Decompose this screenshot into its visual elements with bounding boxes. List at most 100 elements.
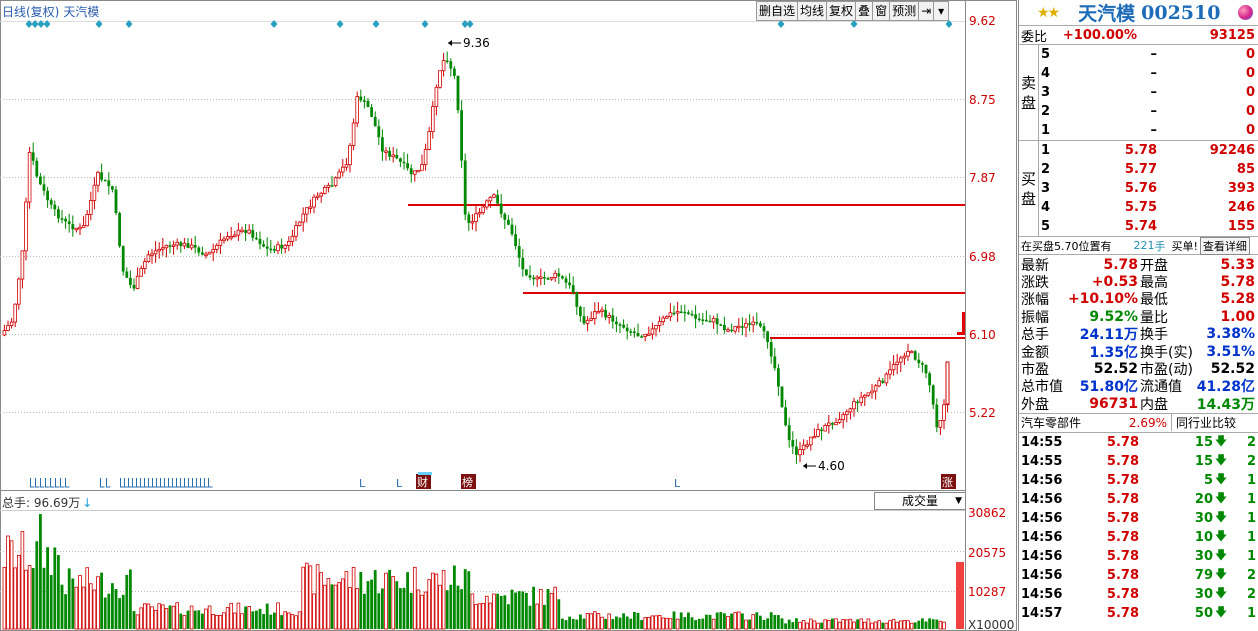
buy-level-qty: 155 <box>1227 219 1255 234</box>
sell-level-row[interactable]: 1 – 0 <box>1039 121 1258 140</box>
volume-bar <box>135 614 140 630</box>
arrow-down-icon: 🡇 <box>1214 547 1228 562</box>
candle-body <box>593 311 597 319</box>
industry-compare-button[interactable]: 同行业比较 <box>1171 414 1236 432</box>
candle-body <box>884 373 889 384</box>
buy-level-row[interactable]: 4 5.75 246 <box>1039 198 1258 217</box>
volume-bar <box>157 603 162 630</box>
volume-bar <box>103 597 107 629</box>
candle-body <box>114 189 118 213</box>
candlestick-chart[interactable]: 9.62 8.75 7.87 6.98 6.10 5.22 30862 2057… <box>0 0 1018 631</box>
volume-bar <box>561 618 564 629</box>
buy-hint-link[interactable]: 买单! <box>1172 238 1198 254</box>
star-icon[interactable]: ★★ <box>1037 5 1060 21</box>
tick-list[interactable]: 14:55 5.78 15 🡇 2 14:55 5.78 15 🡇 2 14:56 5.78 5 🡇 1 14… <box>1019 433 1258 623</box>
sell-level-row[interactable]: 3 – 0 <box>1039 83 1258 102</box>
candle-body <box>546 278 550 280</box>
sector-name[interactable]: 汽车零部件 <box>1019 414 1117 431</box>
dropdown-arrow-icon[interactable]: ▾ <box>933 1 950 21</box>
trade-marker <box>136 478 141 488</box>
candle-body <box>107 180 111 187</box>
volume-bar <box>787 619 791 629</box>
marker-l[interactable]: L <box>674 477 681 490</box>
arrow-down-icon: 🡇 <box>1214 490 1228 505</box>
candle-body <box>679 311 683 314</box>
candle-body <box>304 207 309 215</box>
candle-body <box>769 342 773 357</box>
forecast-button[interactable]: 预测 <box>889 1 920 21</box>
stat-row: 涨跌 +0.53 最高 5.78 <box>1019 273 1258 291</box>
sell-level-row[interactable]: 5 – 0 <box>1039 45 1258 64</box>
candle-body <box>132 284 136 289</box>
tick-price: 5.78 <box>1106 548 1139 564</box>
volume-bar <box>737 611 741 630</box>
volume-bar <box>6 535 10 630</box>
volume-bar <box>153 609 158 630</box>
buy-level-row[interactable]: 1 5.78 92246 <box>1039 141 1258 160</box>
trade-marker <box>40 478 45 488</box>
candle-body <box>730 329 733 332</box>
chevron-down-icon: ▼ <box>955 496 962 506</box>
buy-level-row[interactable]: 2 5.77 85 <box>1039 160 1258 179</box>
volume-bar <box>304 562 309 630</box>
sell-level-row[interactable]: 4 – 0 <box>1039 64 1258 83</box>
trade-marker <box>188 478 193 488</box>
indicator-select[interactable]: 成交量 ▼ <box>874 492 966 510</box>
volume-bar <box>240 613 244 630</box>
candle-body <box>142 261 147 269</box>
candle-body <box>496 194 499 204</box>
tick-price: 5.78 <box>1106 434 1139 450</box>
view-detail-button[interactable]: 查看详细 <box>1199 236 1250 255</box>
candle-body <box>381 137 384 152</box>
volume-bar <box>762 620 766 629</box>
volume-bar <box>615 616 618 629</box>
tick-row: 14:56 5.78 10 🡇 1 <box>1019 528 1258 547</box>
candle-body <box>798 449 802 456</box>
candle-body <box>535 276 539 280</box>
tick-row: 14:55 5.78 15 🡇 2 <box>1019 433 1258 452</box>
remove-favorite-button[interactable]: 删自选 <box>756 1 799 21</box>
buy-level-row[interactable]: 3 5.76 393 <box>1039 179 1258 198</box>
arrow-down-icon: 🡇 <box>1214 604 1228 619</box>
volume-bar <box>150 606 154 630</box>
globe-icon[interactable] <box>1238 5 1253 20</box>
ma-button[interactable]: 均线 <box>797 1 828 21</box>
tick-volume: 15 <box>1194 434 1213 450</box>
volume-bar <box>834 618 838 630</box>
candle-body <box>240 229 244 233</box>
volume-bar <box>557 599 561 629</box>
volume-bar <box>269 614 273 629</box>
buy-level-row[interactable]: 5 5.74 155 <box>1039 217 1258 236</box>
volume-bar <box>351 567 356 630</box>
volume-bar <box>877 620 881 630</box>
overlay-button[interactable]: 叠 <box>855 1 874 21</box>
badge-cai[interactable]: 财 <box>417 475 428 489</box>
volume-bar <box>78 575 82 630</box>
volume-bar <box>9 540 14 630</box>
candles <box>2 51 950 464</box>
volume-bar <box>214 614 219 630</box>
candle-body <box>615 321 618 325</box>
jump-end-icon[interactable]: ⇥ <box>918 1 935 21</box>
candle-body <box>258 238 262 245</box>
marker-l[interactable]: L <box>359 477 366 490</box>
candle-body <box>319 192 323 197</box>
window-button[interactable]: 窗 <box>872 1 891 21</box>
badge-zhang[interactable]: 涨 <box>942 476 953 489</box>
sell-level-row[interactable]: 2 – 0 <box>1039 102 1258 121</box>
candle-body <box>708 320 712 323</box>
chart-stock-name: 天汽模 <box>63 5 100 19</box>
chart-type-label[interactable]: 日线(复权) <box>2 5 59 19</box>
volume-bar <box>430 572 435 630</box>
badge-bang[interactable]: 榜 <box>462 475 473 489</box>
volume-bar <box>816 622 820 630</box>
sell-level-price: – <box>1150 104 1158 119</box>
marker-l[interactable]: L <box>396 477 403 490</box>
volume-bar <box>870 622 874 630</box>
candle-body <box>337 171 341 179</box>
volume-bar <box>359 571 363 629</box>
candle-body <box>557 273 561 277</box>
volume-bar <box>499 595 503 629</box>
adjust-button[interactable]: 复权 <box>826 1 857 21</box>
candle-body <box>340 166 345 173</box>
